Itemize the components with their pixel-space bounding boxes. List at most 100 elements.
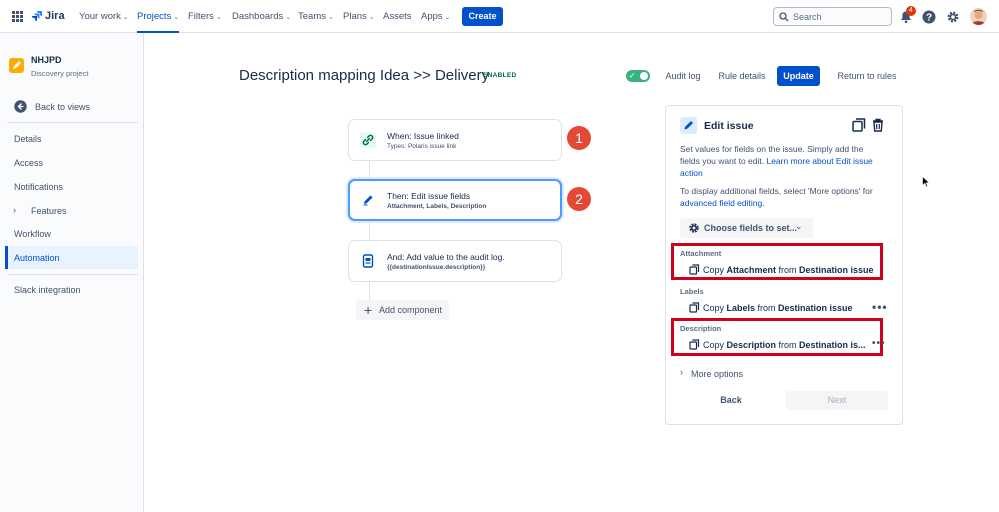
chevron-down-icon: ⌄ (173, 14, 180, 21)
jira-brand[interactable]: Jira (45, 10, 65, 22)
nav-your-work[interactable]: Your work ⌄ (79, 0, 129, 33)
hint-line: To display additional fields, select 'Mo… (680, 186, 873, 196)
chevron-right-icon[interactable]: › (13, 205, 16, 215)
top-navigation: Jira Your work ⌄ Projects ⌄ Filters ⌄ Dashb… (0, 0, 999, 33)
project-name[interactable]: NHJPD (31, 55, 62, 65)
nav-label: Teams (298, 11, 326, 22)
app-switcher-icon[interactable] (12, 11, 23, 22)
gear-icon (688, 222, 700, 234)
nav-assets[interactable]: Assets (383, 0, 412, 33)
field-value-description[interactable]: Copy Description from Destination is... (703, 340, 866, 350)
field-name: Labels (726, 303, 756, 313)
page-title: Description mapping Idea >> Delivery (239, 67, 490, 84)
trigger-title: When: Issue linked (387, 131, 459, 141)
action-subtitle: Attachment, Labels, Description (387, 203, 487, 210)
back-to-views-link[interactable]: Back to views (14, 100, 139, 114)
nav-apps[interactable]: Apps ⌄ (421, 0, 451, 33)
nav-filters[interactable]: Filters ⌄ (188, 0, 222, 33)
chevron-down-icon: ⌄ (444, 14, 451, 21)
duplicate-icon[interactable] (852, 118, 866, 132)
from-word: from (755, 303, 779, 313)
back-to-views-label: Back to views (35, 102, 91, 112)
source-name: Destination issue (799, 265, 874, 275)
more-options-toggle[interactable]: More options (691, 369, 743, 379)
action-card-audit-log[interactable]: And: Add value to the audit log. {{desti… (348, 240, 562, 282)
rule-enabled-toggle[interactable]: ✓ (626, 70, 650, 82)
delete-trash-icon[interactable] (871, 118, 885, 132)
trigger-subtitle: Types: Polaris issue link (387, 143, 457, 150)
description-line: fields you want to edit. Learn more abou… (680, 155, 890, 167)
field-value-attachment[interactable]: Copy Attachment from Destination issue (703, 265, 874, 275)
chevron-down-icon: ⌄ (327, 14, 334, 21)
link-icon (360, 132, 376, 148)
sidebar-item-details[interactable]: Details (14, 134, 42, 144)
flow-connector (369, 160, 370, 180)
search-input[interactable]: Search (773, 7, 892, 26)
audit-subtitle: {{destinationIssue.description}} (387, 264, 486, 271)
project-avatar[interactable] (9, 58, 24, 73)
settings-gear-icon[interactable] (946, 10, 960, 24)
sidebar-item-notifications[interactable]: Notifications (14, 182, 63, 192)
action-title: Then: Edit issue fields (387, 191, 471, 201)
sidebar-item-automation[interactable]: Automation (5, 246, 138, 269)
chevron-down-icon: ⌄ (122, 14, 129, 21)
choose-fields-dropdown[interactable]: Choose fields to set... ⌄ (680, 218, 813, 238)
project-sidebar: NHJPD Discovery project Back to views De… (0, 33, 144, 512)
add-component-button[interactable]: + Add component (356, 300, 449, 320)
from-word: from (776, 340, 800, 350)
nav-plans[interactable]: Plans ⌄ (343, 0, 375, 33)
mouse-cursor-icon (922, 175, 931, 188)
audit-log-button[interactable]: Audit log (661, 66, 705, 86)
learn-more-link-cont[interactable]: action (680, 167, 890, 179)
sidebar-item-slack-integration[interactable]: Slack integration (14, 285, 81, 295)
copy-icon (689, 264, 700, 275)
status-badge: ENABLED (483, 72, 517, 79)
more-actions-icon[interactable]: ••• (872, 338, 886, 349)
field-name: Description (726, 340, 777, 350)
step-marker-2: 2 (567, 187, 591, 211)
chevron-down-icon: ⌄ (285, 14, 292, 21)
svg-text:?: ? (926, 13, 932, 24)
divider (7, 122, 138, 123)
jira-logo-icon[interactable] (31, 10, 43, 22)
back-button[interactable]: Back (680, 391, 782, 410)
trigger-card[interactable]: When: Issue linked Types: Polaris issue … (348, 119, 562, 161)
nav-label: Projects (137, 11, 172, 22)
chevron-right-icon[interactable]: › (680, 367, 683, 377)
description-line: Set values for fields on the issue. Simp… (680, 144, 864, 154)
user-avatar[interactable] (970, 8, 987, 25)
panel-title: Edit issue (704, 120, 754, 132)
from-word: from (776, 265, 800, 275)
help-icon[interactable]: ? (922, 10, 936, 24)
nav-label: Dashboards (232, 11, 284, 22)
sidebar-item-workflow[interactable]: Workflow (14, 229, 51, 239)
create-button[interactable]: Create (462, 7, 503, 26)
return-to-rules-button[interactable]: Return to rules (834, 66, 900, 86)
update-button[interactable]: Update (777, 66, 820, 86)
nav-dashboards[interactable]: Dashboards ⌄ (232, 0, 291, 33)
more-actions-icon[interactable]: ••• (872, 300, 888, 314)
copy-icon (689, 302, 700, 313)
field-name: Attachment (726, 265, 777, 275)
nav-label: Plans (343, 11, 367, 22)
learn-more-link[interactable]: Learn more about Edit issue (766, 156, 872, 166)
action-card-edit-issue[interactable]: Then: Edit issue fields Attachment, Labe… (348, 179, 562, 221)
flow-connector (369, 281, 370, 300)
next-button[interactable]: Next (786, 391, 888, 410)
chevron-down-icon: ⌄ (368, 14, 375, 21)
sidebar-item-access[interactable]: Access (14, 158, 43, 168)
audit-log-icon (360, 253, 376, 269)
copy-icon (689, 339, 700, 350)
notification-count-badge: 4 (906, 6, 916, 16)
field-value-labels[interactable]: Copy Labels from Destination issue (703, 303, 853, 313)
sidebar-item-features[interactable]: Features (31, 206, 67, 216)
nav-label: Filters (188, 11, 214, 22)
advanced-field-editing-link[interactable]: advanced field editing. (680, 197, 890, 209)
toggle-check-icon: ✓ (629, 71, 636, 80)
nav-teams[interactable]: Teams ⌄ (298, 0, 334, 33)
rule-details-button[interactable]: Rule details (716, 66, 768, 86)
nav-projects[interactable]: Projects ⌄ (137, 0, 180, 33)
back-arrow-icon (14, 100, 27, 113)
add-component-label: Add component (379, 305, 443, 315)
search-placeholder: Search (793, 12, 822, 22)
